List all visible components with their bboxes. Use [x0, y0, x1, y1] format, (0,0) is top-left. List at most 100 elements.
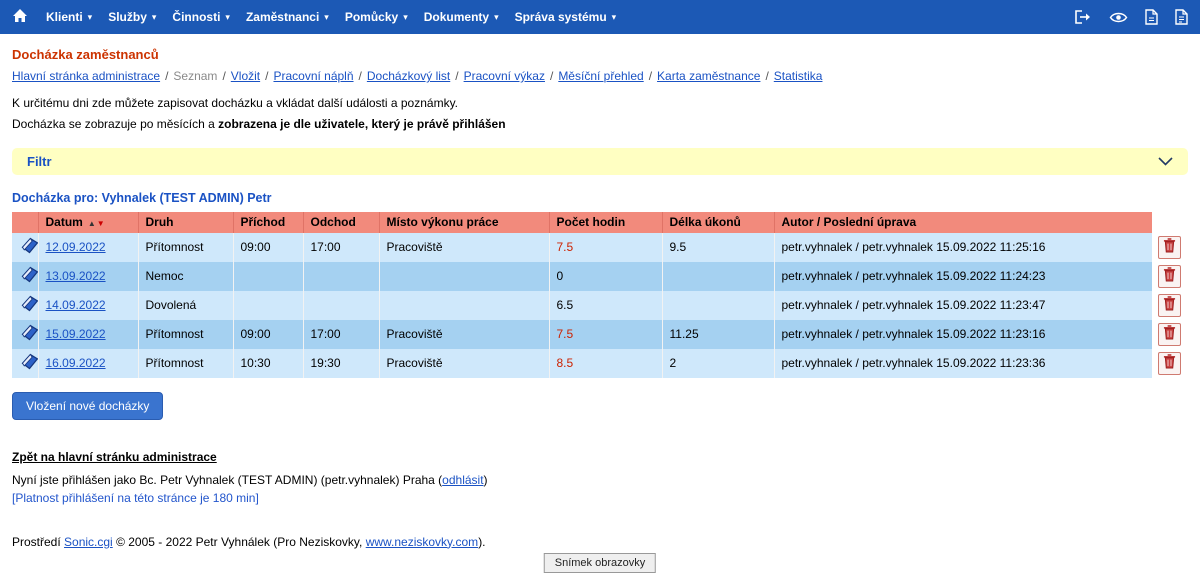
- attendance-table-area: Datum▲▼ Druh Příchod Odchod Místo výkonu…: [12, 212, 1188, 378]
- druh-cell: Přítomnost: [138, 233, 233, 262]
- navbar-right-icons: [1074, 9, 1188, 25]
- sonic-cgi-link[interactable]: Sonic.cgi: [64, 535, 113, 549]
- header-misto: Místo výkonu práce: [379, 212, 549, 233]
- chevron-down-icon: ▾: [494, 13, 499, 22]
- login-info-line: Nyní jste přihlášen jako Bc. Petr Vyhnal…: [12, 471, 1188, 489]
- row-edit-cell[interactable]: [12, 349, 38, 378]
- date-link[interactable]: 15.09.2022: [46, 327, 106, 341]
- date-cell: 13.09.2022: [38, 262, 138, 291]
- nav-item-cinnosti[interactable]: Činnosti▾: [166, 10, 240, 24]
- book-icon[interactable]: [19, 274, 38, 288]
- sort-desc-icon[interactable]: ▼: [97, 219, 105, 228]
- nav-item-pomucky[interactable]: Pomůcky▾: [339, 10, 418, 24]
- trash-icon: [1163, 267, 1176, 285]
- hodiny-cell: 7.5: [549, 233, 662, 262]
- breadcrumb-link-statistika[interactable]: Statistika: [774, 69, 823, 83]
- trash-icon: [1163, 296, 1176, 314]
- breadcrumb-link-hlavni-stranka[interactable]: Hlavní stránka administrace: [12, 69, 160, 83]
- header-druh: Druh: [138, 212, 233, 233]
- delete-row-button[interactable]: [1158, 294, 1181, 317]
- header-autor: Autor / Poslední úprava: [774, 212, 1152, 233]
- autor-cell: petr.vyhnalek / petr.vyhnalek 15.09.2022…: [774, 233, 1152, 262]
- odchod-cell: [303, 262, 379, 291]
- delka-cell: [662, 291, 774, 320]
- prichod-cell: [233, 291, 303, 320]
- breadcrumb-link-dochazkovy-list[interactable]: Docházkový list: [367, 69, 450, 83]
- date-cell: 14.09.2022: [38, 291, 138, 320]
- delete-row-button[interactable]: [1158, 352, 1181, 375]
- header-delka-ukonu: Délka úkonů: [662, 212, 774, 233]
- filter-label: Filtr: [27, 154, 52, 169]
- breadcrumb-link-vlozit[interactable]: Vložit: [231, 69, 260, 83]
- insert-new-attendance-button[interactable]: Vložení nové docházky: [12, 392, 163, 420]
- filter-bar[interactable]: Filtr: [12, 148, 1188, 175]
- autor-cell: petr.vyhnalek / petr.vyhnalek 15.09.2022…: [774, 349, 1152, 378]
- environment-line: Prostředí Sonic.cgi © 2005 - 2022 Petr V…: [12, 533, 1188, 551]
- intro-line-2: Docházka se zobrazuje po měsících a zobr…: [12, 116, 1188, 133]
- row-edit-cell[interactable]: [12, 233, 38, 262]
- book-icon[interactable]: [19, 361, 38, 375]
- date-link[interactable]: 13.09.2022: [46, 269, 106, 283]
- header-datum[interactable]: Datum▲▼: [38, 212, 138, 233]
- book-icon[interactable]: [19, 332, 38, 346]
- back-to-admin-link[interactable]: Zpět na hlavní stránku administrace: [12, 450, 217, 464]
- book-icon[interactable]: [19, 303, 38, 317]
- date-link[interactable]: 16.09.2022: [46, 356, 106, 370]
- eye-icon[interactable]: [1109, 11, 1128, 24]
- footer: Zpět na hlavní stránku administrace Nyní…: [12, 448, 1188, 551]
- delete-row-button[interactable]: [1158, 236, 1181, 259]
- breadcrumb: Hlavní stránka administraceSeznamVložitP…: [12, 69, 1188, 83]
- delka-cell: [662, 262, 774, 291]
- table-header-row: Datum▲▼ Druh Příchod Odchod Místo výkonu…: [12, 212, 1152, 233]
- druh-cell: Nemoc: [138, 262, 233, 291]
- prichod-cell: 10:30: [233, 349, 303, 378]
- prichod-cell: 09:00: [233, 233, 303, 262]
- document-print-icon[interactable]: [1175, 9, 1188, 25]
- druh-cell: Přítomnost: [138, 349, 233, 378]
- hodiny-cell: 6.5: [549, 291, 662, 320]
- delka-cell: 11.25: [662, 320, 774, 349]
- table-row: 16.09.2022 Přítomnost 10:30 19:30 Pracov…: [12, 349, 1152, 378]
- misto-cell: Pracoviště: [379, 320, 549, 349]
- logout-link[interactable]: odhlásit: [442, 473, 483, 487]
- document-export-icon[interactable]: [1145, 9, 1158, 25]
- nav-item-sluzby[interactable]: Služby▾: [102, 10, 166, 24]
- row-edit-cell[interactable]: [12, 262, 38, 291]
- home-button[interactable]: [12, 8, 28, 27]
- misto-cell: [379, 291, 549, 320]
- hodiny-cell: 0: [549, 262, 662, 291]
- chevron-down-icon: ▾: [152, 13, 157, 22]
- misto-cell: [379, 262, 549, 291]
- date-link[interactable]: 14.09.2022: [46, 298, 106, 312]
- nav-item-klienti[interactable]: Klienti▾: [40, 10, 102, 24]
- delete-row-button[interactable]: [1158, 323, 1181, 346]
- hodiny-cell: 7.5: [549, 320, 662, 349]
- breadcrumb-link-mesicni-prehled[interactable]: Měsíční přehled: [558, 69, 643, 83]
- odchod-cell: 17:00: [303, 233, 379, 262]
- book-icon[interactable]: [19, 245, 38, 259]
- date-link[interactable]: 12.09.2022: [46, 240, 106, 254]
- session-validity-note: [Platnost přihlášení na této stránce je …: [12, 489, 1188, 507]
- delete-row-button[interactable]: [1158, 265, 1181, 288]
- breadcrumb-link-karta-zamestnance[interactable]: Karta zaměstnance: [657, 69, 760, 83]
- sort-asc-icon[interactable]: ▲: [88, 219, 96, 228]
- druh-cell: Přítomnost: [138, 320, 233, 349]
- table-row: 12.09.2022 Přítomnost 09:00 17:00 Pracov…: [12, 233, 1152, 262]
- odchod-cell: 17:00: [303, 320, 379, 349]
- neziskovky-link[interactable]: www.neziskovky.com: [366, 535, 478, 549]
- row-edit-cell[interactable]: [12, 291, 38, 320]
- chevron-down-icon[interactable]: [1158, 157, 1173, 166]
- chevron-down-icon: ▾: [88, 13, 93, 22]
- nav-item-dokumenty[interactable]: Dokumenty▾: [418, 10, 509, 24]
- date-cell: 16.09.2022: [38, 349, 138, 378]
- row-edit-cell[interactable]: [12, 320, 38, 349]
- nav-item-sprava-systemu[interactable]: Správa systému▾: [509, 10, 627, 24]
- header-icon-col: [12, 212, 38, 233]
- logout-icon[interactable]: [1074, 9, 1092, 25]
- breadcrumb-link-pracovni-vykaz[interactable]: Pracovní výkaz: [464, 69, 545, 83]
- nav-item-zamestnanci[interactable]: Zaměstnanci▾: [240, 10, 339, 24]
- table-row: 15.09.2022 Přítomnost 09:00 17:00 Pracov…: [12, 320, 1152, 349]
- trash-icon: [1163, 325, 1176, 343]
- home-icon: [12, 8, 28, 27]
- breadcrumb-link-pracovni-napln[interactable]: Pracovní náplň: [273, 69, 353, 83]
